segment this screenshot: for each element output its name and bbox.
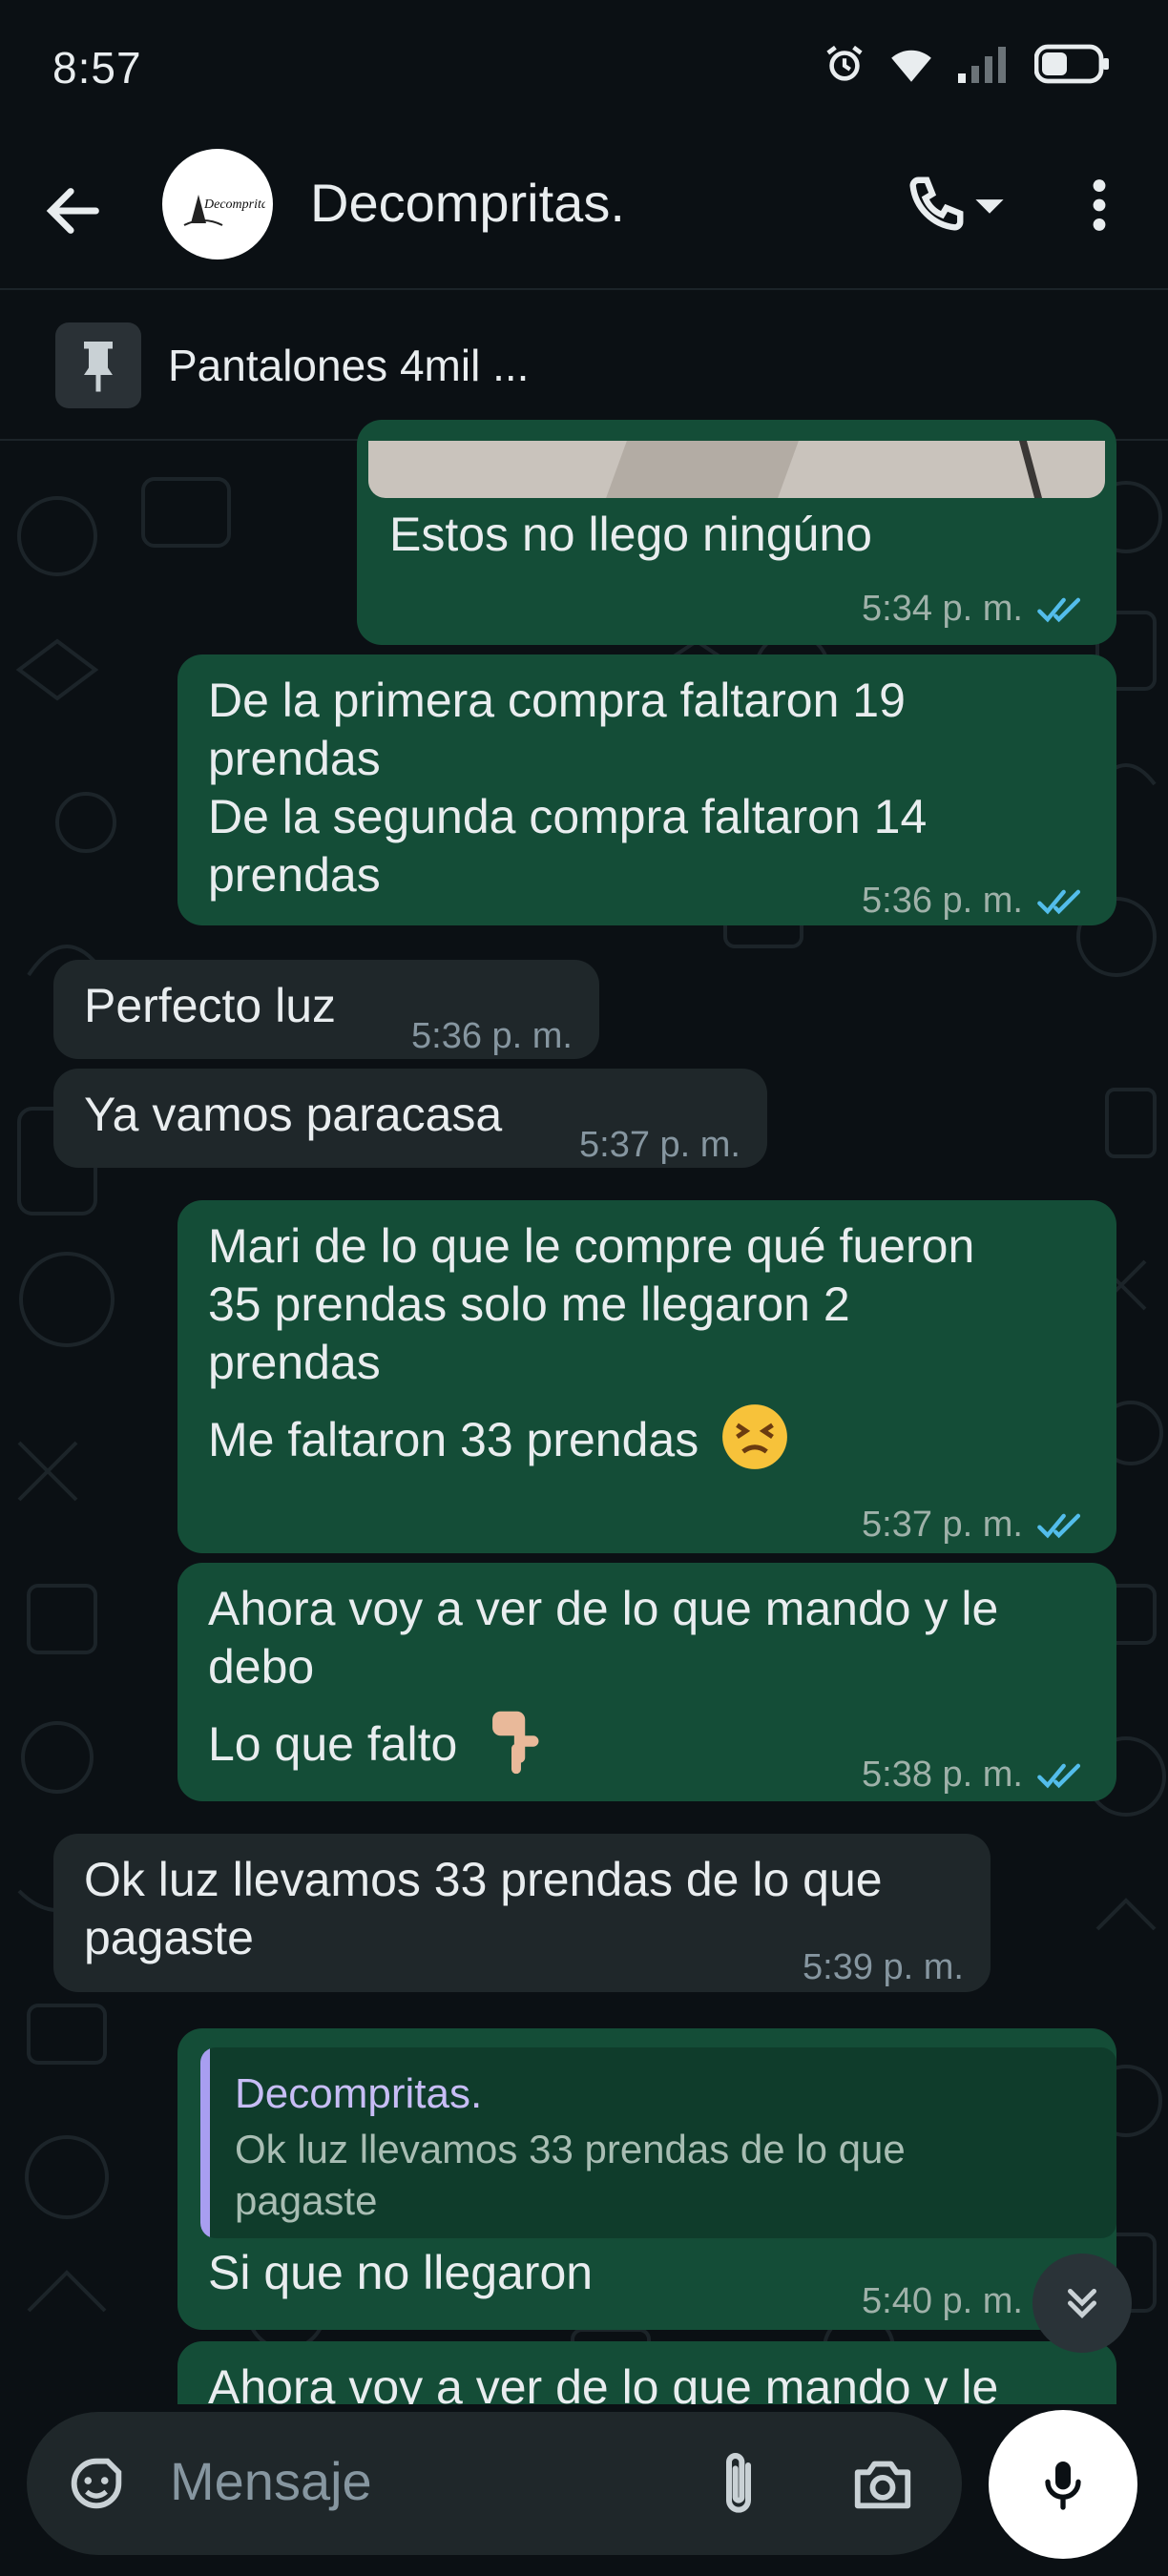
camera-button[interactable]: [849, 2450, 916, 2517]
message-bubble[interactable]: Ahora voy a ver de lo que mando y le deb…: [177, 1563, 1116, 1801]
message-line: debo: [208, 1640, 315, 1693]
message-meta: 5:37 p. m.: [862, 1496, 1088, 1554]
message-bubble[interactable]: De la primera compra faltaron 19 prendas…: [177, 654, 1116, 925]
reply-quote[interactable]: Decompritas. Ok luz llevamos 33 prendas …: [200, 2047, 1116, 2238]
message-line: Ahora voy a ver de lo que mando y le: [208, 1582, 999, 1635]
message-time: 5:39 p. m.: [803, 1947, 964, 1987]
message-time: 5:36 p. m.: [411, 1016, 573, 1056]
message-bubble[interactable]: Decompritas. Ok luz llevamos 33 prendas …: [177, 2028, 1116, 2330]
message-line: prendas: [208, 1336, 381, 1389]
message-meta: 5:37 p. m.: [579, 1116, 740, 1174]
message-meta: 5:36 p. m.: [411, 1008, 573, 1066]
message-line: Mari de lo que le compre qué fueron: [208, 1219, 975, 1273]
reply-line: Ok luz llevamos 33 prendas de lo que: [235, 2127, 906, 2171]
message-line: Ok luz llevamos 33 prendas de lo que: [84, 1853, 883, 1906]
message-line: prendas: [208, 848, 381, 902]
contact-name[interactable]: Decompritas.: [310, 172, 625, 234]
pinned-message-text: Pantalones 4mil ...: [168, 341, 530, 390]
message-line: Lo que falto: [208, 1717, 458, 1772]
message-text: Ya vamos paracasa: [84, 1088, 503, 1141]
message-bubble[interactable]: Mari de lo que le compre qué fueron 35 p…: [177, 1200, 1116, 1553]
message-line: De la segunda compra faltaron 14: [208, 790, 928, 843]
message-text: Perfecto luz: [84, 979, 337, 1032]
message-time: 5:37 p. m.: [579, 1125, 740, 1165]
message-meta: 5:38 p. m.: [862, 1746, 1088, 1804]
message-meta: 5:34 p. m.: [862, 580, 1088, 638]
message-time: 5:40 p. m.: [862, 2281, 1023, 2321]
battery-icon: [1033, 42, 1111, 91]
pointing-down-hand-icon: [478, 1706, 545, 1790]
back-arrow-icon: [46, 188, 99, 234]
message-meta: 5:39 p. m.: [803, 1939, 964, 1997]
attach-button[interactable]: [710, 2446, 767, 2523]
reply-bar: [200, 2047, 210, 2238]
message-line: prendas: [208, 732, 381, 785]
message-bubble[interactable]: Perfecto luz 5:36 p. m.: [53, 960, 599, 1059]
message-bubble[interactable]: Ok luz llevamos 33 prendas de lo que pag…: [53, 1834, 991, 1992]
message-line: pagaste: [84, 1911, 254, 1964]
paperclip-icon: [726, 2453, 751, 2513]
message-input[interactable]: Mensaje: [170, 2450, 372, 2512]
avatar[interactable]: Decompritas: [162, 149, 273, 260]
message-text: Si que no llegaron: [208, 2246, 594, 2299]
chat-header: Decompritas Decompritas.: [0, 134, 1168, 290]
message-bubble[interactable]: Estos no llego ningúno 5:34 p. m.: [357, 420, 1116, 645]
pinned-message-bar[interactable]: Pantalones 4mil ...: [0, 290, 1168, 441]
status-bar: 8:57: [0, 0, 1168, 134]
message-image[interactable]: [368, 441, 1105, 498]
reply-author: Decompritas.: [235, 2070, 483, 2117]
camera-icon: [854, 2461, 911, 2509]
message-time: 5:36 p. m.: [862, 881, 1023, 921]
status-icons: [823, 42, 1111, 90]
message-clip: Ahora voy a ver de lo que mando y le: [0, 2337, 1168, 2404]
message-bubble[interactable]: Ahora voy a ver de lo que mando y le: [177, 2341, 1116, 2404]
wifi-icon: [887, 42, 935, 91]
more-options-button[interactable]: [1078, 172, 1120, 239]
double-check-icon: [1037, 1763, 1081, 1788]
message-bubble[interactable]: Ya vamos paracasa 5:37 p. m.: [53, 1069, 767, 1168]
sticker-button[interactable]: [63, 2450, 130, 2517]
message-time: 5:38 p. m.: [862, 1755, 1023, 1795]
back-button[interactable]: [40, 177, 107, 244]
sticker-icon: [71, 2458, 122, 2509]
message-line: 35 prendas solo me llegaron 2: [208, 1278, 850, 1331]
scroll-to-bottom-button[interactable]: [1032, 2254, 1132, 2353]
chevron-double-down-icon: [1068, 2289, 1096, 2319]
message-text: Ahora voy a ver de lo que mando y le: [208, 2360, 999, 2404]
double-check-icon: [1037, 597, 1081, 622]
call-button[interactable]: [902, 172, 1007, 239]
double-check-icon: [1037, 1513, 1081, 1538]
message-time: 5:34 p. m.: [862, 589, 1023, 629]
reply-line: pagaste: [235, 2178, 378, 2223]
pin-icon: [55, 322, 141, 408]
message-line: De la primera compra faltaron 19: [208, 674, 906, 727]
avatar-logo-text: Decompritas: [203, 197, 265, 212]
message-composer: Mensaje: [27, 2412, 962, 2555]
more-vert-icon: [1093, 179, 1106, 231]
alarm-icon: [823, 42, 866, 91]
status-time: 8:57: [52, 43, 142, 93]
message-line: Me faltaron 33 prendas: [208, 1413, 699, 1467]
mic-button[interactable]: [989, 2410, 1137, 2559]
persevering-face-icon: [720, 1402, 790, 1485]
mic-icon: [1045, 2462, 1081, 2510]
message-meta: 5:36 p. m.: [862, 872, 1088, 930]
message-text: Estos no llego ningúno: [389, 508, 872, 561]
phone-icon: [909, 177, 964, 231]
signal-icon: [956, 42, 1013, 91]
double-check-icon: [1037, 889, 1081, 914]
dropdown-caret-icon: [975, 199, 1004, 214]
message-time: 5:37 p. m.: [862, 1505, 1023, 1545]
